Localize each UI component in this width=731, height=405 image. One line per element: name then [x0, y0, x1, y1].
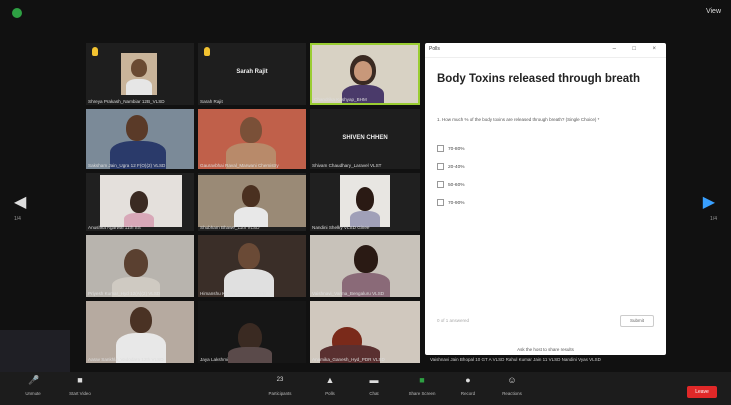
- participant-name: Priyesh Kumar_Hyd 12(A)(2) VLSD: [88, 291, 161, 296]
- participant-tile[interactable]: Shubham Bhawe_11th VLSD: [198, 173, 306, 231]
- poll-option[interactable]: 50-60%: [437, 181, 465, 188]
- leave-button[interactable]: Leave: [687, 386, 717, 398]
- participant-video: [198, 175, 306, 227]
- share-screen-icon: ■: [419, 375, 425, 385]
- participant-tile[interactable]: Vaishnavi_Varma_Bengaluru VLSD: [310, 235, 420, 297]
- checkbox-icon[interactable]: [437, 181, 444, 188]
- reaction-icon: ☺: [507, 375, 517, 385]
- poll-option[interactable]: 70-80%: [437, 145, 465, 152]
- checkbox-icon[interactable]: [437, 145, 444, 152]
- participant-tile[interactable]: Jaya Lakshmi: [198, 301, 306, 363]
- poll-results-banner: Ask the host to share results: [517, 347, 574, 352]
- participant-tile[interactable]: Sarah Rajit Sarah Rajit: [198, 43, 306, 105]
- participant-video: [121, 53, 157, 95]
- participant-name: Anamika_Ganesh_Hyd_PDR VLSD: [312, 357, 385, 362]
- participant-name: Chandrika Kashyap_BHM: [314, 97, 367, 102]
- participant-display-name: SHIVEN CHHEN: [342, 135, 388, 141]
- poll-option[interactable]: 70-90%: [437, 199, 465, 206]
- poll-header: Polls – □ ×: [425, 43, 666, 58]
- poll-option[interactable]: 20-40%: [437, 163, 465, 170]
- reactions-button[interactable]: ☺ Reactions: [496, 375, 528, 396]
- participants-icon: 23: [275, 375, 285, 385]
- participant-name: Anushka Agarwal 11th SS: [88, 225, 141, 230]
- raise-hand-icon: [204, 47, 210, 56]
- participant-tile[interactable]: Priyesh Kumar_Hyd 12(A)(2) VLSD: [86, 235, 194, 297]
- participant-tile[interactable]: Aarav Sankhla_Vadodara 12th VLSD: [86, 301, 194, 363]
- checkbox-icon[interactable]: [437, 199, 444, 206]
- meeting-toolbar: 🎤 Unmute ■ Start Video 23 Participants ▲…: [0, 372, 731, 405]
- participant-name: Sarah Rajit: [200, 99, 223, 104]
- chat-button[interactable]: ▬ Chat: [362, 375, 386, 396]
- poll-panel: Polls – □ × Body Toxins released through…: [425, 43, 666, 355]
- zoom-window: View ◀ 1/4 ▶ 1/4 Shreya Prakash_Nambiar …: [0, 0, 731, 405]
- active-speaker-tile[interactable]: Chandrika Kashyap_BHM: [310, 43, 420, 105]
- record-button[interactable]: ● Record: [455, 375, 481, 396]
- polls-button[interactable]: ▲ Polls: [318, 375, 342, 396]
- participant-video: [340, 175, 390, 227]
- participant-name: Shivam Chaudhary_Laravel VLST: [312, 163, 382, 168]
- participant-name: Himanshu Kumar Sharma VLSD: [200, 291, 267, 296]
- top-bar: View: [0, 0, 731, 26]
- poll-app-title: Polls: [429, 46, 440, 52]
- microphone-icon: 🎤: [28, 375, 40, 385]
- poll-progress-note: 0 of 1 answered: [437, 318, 470, 323]
- previous-page-icon[interactable]: ◀: [14, 192, 26, 212]
- participant-name: Saksham Jain_Ugra 12 F(O)(2) VLSD: [88, 163, 166, 168]
- participant-tile[interactable]: Saksham Jain_Ugra 12 F(O)(2) VLSD: [86, 109, 194, 169]
- participant-name: Shubham Bhawe_11th VLSD: [200, 225, 260, 230]
- participant-count: 23: [276, 377, 284, 383]
- minimize-icon[interactable]: –: [613, 46, 616, 52]
- participant-tile[interactable]: Anushka Agarwal 11th SS: [86, 173, 194, 231]
- poll-title: Body Toxins released through breath: [437, 73, 640, 85]
- record-icon: ●: [465, 375, 471, 385]
- participant-tile[interactable]: Gauravbhai Raval_Marwani Chemistry: [198, 109, 306, 169]
- participant-tile[interactable]: Shreya Prakash_Nambiar 12B_VLSD: [86, 43, 194, 105]
- submit-button[interactable]: Submit: [620, 315, 654, 327]
- previous-page-label: 1/4: [14, 216, 21, 222]
- poll-question: 1. How much % of the body toxins are rel…: [437, 117, 600, 122]
- participant-name: Nandini Shelky VLSD Ginee: [312, 225, 370, 230]
- participant-name: Shreya Prakash_Nambiar 12B_VLSD: [88, 99, 165, 104]
- overflow-participant-names: Vaishnavi Jain Bhopal 10 GT A VLSD Rahul…: [430, 357, 601, 362]
- close-icon[interactable]: ×: [652, 46, 656, 52]
- encryption-shield-icon[interactable]: [12, 8, 22, 18]
- start-video-button[interactable]: ■ Start Video: [62, 375, 98, 396]
- participant-display-name: Sarah Rajit: [236, 69, 268, 75]
- raise-hand-icon: [92, 47, 98, 56]
- share-screen-button[interactable]: ■ Share Screen: [404, 375, 440, 396]
- participant-name: Aarav Sankhla_Vadodara 12th VLSD: [88, 357, 164, 362]
- participant-grid: Shreya Prakash_Nambiar 12B_VLSD Sarah Ra…: [86, 43, 420, 363]
- participant-name: Jaya Lakshmi: [200, 357, 229, 362]
- next-page-label: 1/4: [710, 216, 717, 222]
- video-stage: View ◀ 1/4 ▶ 1/4 Shreya Prakash_Nambiar …: [0, 0, 731, 372]
- participant-name: Vaishnavi_Varma_Bengaluru VLSD: [312, 291, 385, 296]
- poll-icon: ▲: [325, 375, 335, 385]
- view-button[interactable]: View: [706, 8, 721, 15]
- participant-tile[interactable]: Anamika_Ganesh_Hyd_PDR VLSD: [310, 301, 420, 363]
- checkbox-icon[interactable]: [437, 163, 444, 170]
- maximize-icon[interactable]: □: [632, 46, 636, 52]
- chat-icon: ▬: [369, 375, 379, 385]
- next-page-icon[interactable]: ▶: [703, 192, 715, 212]
- participant-name: Gauravbhai Raval_Marwani Chemistry: [200, 163, 279, 168]
- participant-tile[interactable]: Himanshu Kumar Sharma VLSD: [198, 235, 306, 297]
- unmute-button[interactable]: 🎤 Unmute: [18, 375, 48, 396]
- video-camera-icon: ■: [77, 375, 83, 385]
- participant-video: [100, 175, 182, 227]
- participant-tile[interactable]: Nandini Shelky VLSD Ginee: [310, 173, 420, 231]
- participants-button[interactable]: 23 Participants: [262, 375, 298, 396]
- participant-tile[interactable]: SHIVEN CHHEN Shivam Chaudhary_Laravel VL…: [310, 109, 420, 169]
